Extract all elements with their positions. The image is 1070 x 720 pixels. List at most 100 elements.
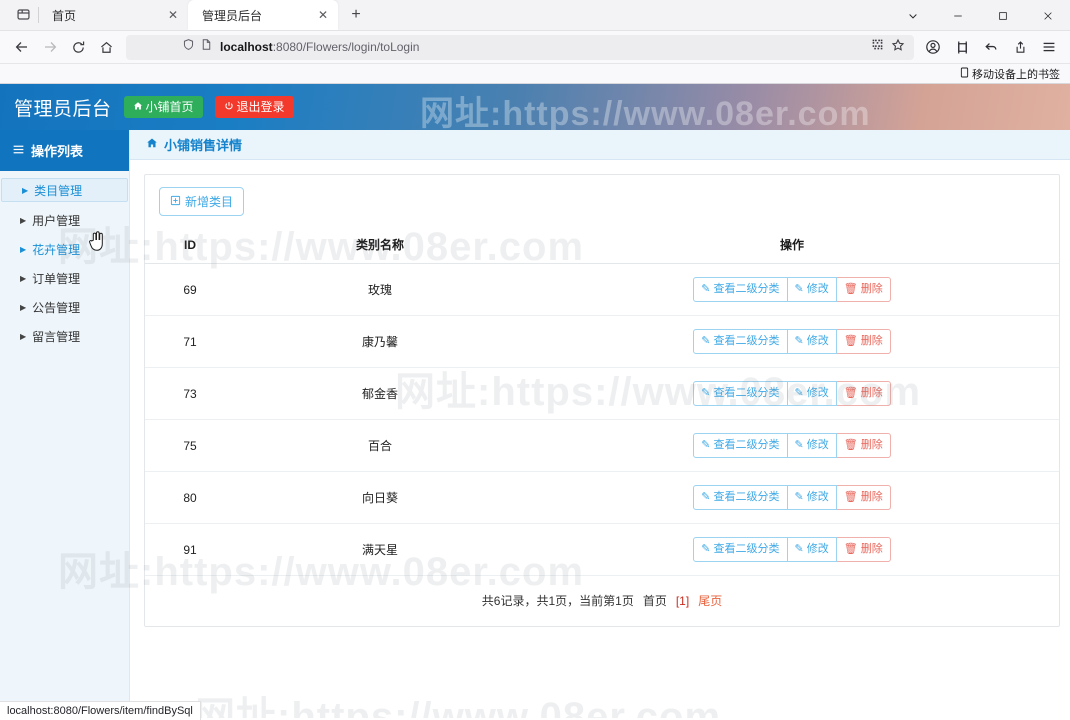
window-controls xyxy=(890,0,1070,31)
shop-home-label: 小铺首页 xyxy=(145,100,194,114)
shop-home-button[interactable]: 小铺首页 xyxy=(123,96,203,118)
sidebar-item-flower[interactable]: ▶ 花卉管理 xyxy=(0,238,129,260)
logout-button[interactable]: 退出登录 xyxy=(214,96,294,118)
maximize-icon[interactable] xyxy=(980,0,1025,31)
edit-square-icon: ✎ xyxy=(794,387,804,399)
edit-button[interactable]: ✎ 修改 xyxy=(787,433,837,458)
edit-button[interactable]: ✎ 修改 xyxy=(787,537,837,562)
shield-icon[interactable] xyxy=(182,38,195,56)
view-subcategory-button[interactable]: ✎ 查看二级分类 xyxy=(693,485,788,510)
view-subcategory-button[interactable]: ✎ 查看二级分类 xyxy=(693,381,788,406)
sidebar-item-label: 订单管理 xyxy=(32,271,81,286)
sidebar-item-category[interactable]: ▶ 类目管理 xyxy=(1,178,128,202)
sidebar-item-announcement[interactable]: ▶ 公告管理 xyxy=(0,296,129,318)
pagination-first-page[interactable]: 首页 xyxy=(643,592,667,609)
edit-square-icon: ✎ xyxy=(794,439,804,451)
close-window-icon[interactable] xyxy=(1025,0,1070,31)
power-icon xyxy=(224,101,234,113)
trash-icon: 🗑 xyxy=(843,439,858,451)
bookmarks-bar: 移动设备上的书签 xyxy=(0,64,1070,84)
screenshot-icon[interactable] xyxy=(949,34,975,60)
mouse-cursor xyxy=(88,231,105,257)
edit-button[interactable]: ✎ 修改 xyxy=(787,381,837,406)
sidebar-heading-label: 操作列表 xyxy=(31,144,84,159)
delete-label: 删除 xyxy=(860,335,883,347)
mobile-bookmarks-item[interactable]: 移动设备上的书签 xyxy=(960,66,1060,82)
reload-icon[interactable] xyxy=(64,33,92,61)
sidebar-item-user[interactable]: ▶ 用户管理 xyxy=(0,209,129,231)
new-tab-icon[interactable]: + xyxy=(342,1,370,29)
close-icon[interactable]: ✕ xyxy=(314,6,332,24)
tab-list-icon[interactable] xyxy=(8,0,38,29)
delete-button[interactable]: 🗑 删除 xyxy=(836,381,891,406)
view-subcategory-label: 查看二级分类 xyxy=(713,543,780,555)
edit-square-icon: ✎ xyxy=(794,491,804,503)
menu-icon[interactable] xyxy=(1036,34,1062,60)
view-subcategory-button[interactable]: ✎ 查看二级分类 xyxy=(693,329,788,354)
edit-label: 修改 xyxy=(806,439,829,451)
table-row: 71 康乃馨 ✎ 查看二级分类 ✎ 修改 🗑 删除 xyxy=(145,315,1059,368)
page-content: 网址:https://www.08er.com 管理员后台 小铺首页 退出登录 xyxy=(0,84,1070,718)
caret-right-icon: ▶ xyxy=(20,302,27,312)
bookmark-star-icon[interactable] xyxy=(891,38,905,57)
edit-label: 修改 xyxy=(806,283,829,295)
edit-square-icon: ✎ xyxy=(701,283,711,295)
sidebar: 操作列表 ▶ 类目管理 ▶ 用户管理 ▶ 花卉管理 ▶ 订单管理 ▶ 公告管理 … xyxy=(0,130,130,718)
caret-right-icon: ▶ xyxy=(22,185,29,195)
edit-label: 修改 xyxy=(806,543,829,555)
pagination-last-page[interactable]: 尾页 xyxy=(698,592,722,609)
delete-button[interactable]: 🗑 删除 xyxy=(836,433,891,458)
account-icon[interactable] xyxy=(920,34,946,60)
share-icon[interactable] xyxy=(1007,34,1033,60)
tab-search-chevron-icon[interactable] xyxy=(890,0,935,31)
forward-icon xyxy=(36,33,64,61)
status-bar-text: localhost:8080/Flowers/item/findBySql xyxy=(7,705,193,717)
view-subcategory-label: 查看二级分类 xyxy=(713,491,780,503)
url-path: :8080/Flowers/login/toLogin xyxy=(272,40,420,54)
col-header-id: ID xyxy=(145,227,235,264)
sidebar-item-label: 用户管理 xyxy=(32,213,81,228)
panel-toolbar: 新增类目 xyxy=(145,175,1059,227)
cell-name: 向日葵 xyxy=(235,471,525,524)
delete-button[interactable]: 🗑 删除 xyxy=(836,537,891,562)
address-bar-icons xyxy=(182,38,213,56)
cell-name: 百合 xyxy=(235,419,525,472)
table-header-row: ID 类别名称 操作 xyxy=(145,227,1059,264)
sidebar-heading: 操作列表 xyxy=(0,130,129,171)
list-icon xyxy=(12,143,25,159)
cell-name: 满天星 xyxy=(235,523,525,576)
add-category-label: 新增类目 xyxy=(185,194,234,209)
row-action-group: ✎ 查看二级分类 ✎ 修改 🗑 删除 xyxy=(693,433,891,458)
view-subcategory-button[interactable]: ✎ 查看二级分类 xyxy=(693,537,788,562)
view-subcategory-button[interactable]: ✎ 查看二级分类 xyxy=(693,277,788,302)
browser-toolbar: localhost:8080/Flowers/login/toLogin xyxy=(0,31,1070,64)
delete-label: 删除 xyxy=(860,491,883,503)
delete-button[interactable]: 🗑 删除 xyxy=(836,277,891,302)
home-icon[interactable] xyxy=(92,33,120,61)
close-icon[interactable]: ✕ xyxy=(164,6,182,24)
cell-name: 康乃馨 xyxy=(235,315,525,368)
edit-square-icon: ✎ xyxy=(794,283,804,295)
table-row: 91 满天星 ✎ 查看二级分类 ✎ 修改 🗑 删除 xyxy=(145,523,1059,576)
toolbar-actions xyxy=(920,34,1062,60)
row-action-group: ✎ 查看二级分类 ✎ 修改 🗑 删除 xyxy=(693,485,891,510)
address-bar[interactable]: localhost:8080/Flowers/login/toLogin xyxy=(126,34,914,60)
page-info-icon[interactable] xyxy=(200,38,213,56)
sidebar-item-order[interactable]: ▶ 订单管理 xyxy=(0,267,129,289)
delete-button[interactable]: 🗑 删除 xyxy=(836,329,891,354)
add-category-button[interactable]: 新增类目 xyxy=(159,187,245,216)
browser-tab-home[interactable]: 首页 ✕ xyxy=(38,0,188,30)
edit-button[interactable]: ✎ 修改 xyxy=(787,485,837,510)
delete-button[interactable]: 🗑 删除 xyxy=(836,485,891,510)
edit-button[interactable]: ✎ 修改 xyxy=(787,329,837,354)
view-subcategory-button[interactable]: ✎ 查看二级分类 xyxy=(693,433,788,458)
minimize-icon[interactable] xyxy=(935,0,980,31)
trash-icon: 🗑 xyxy=(843,387,858,399)
edit-button[interactable]: ✎ 修改 xyxy=(787,277,837,302)
sidebar-item-message[interactable]: ▶ 留言管理 xyxy=(0,325,129,347)
browser-tab-admin[interactable]: 管理员后台 ✕ xyxy=(188,0,338,30)
home-icon xyxy=(146,137,158,152)
undo-arrow-icon[interactable] xyxy=(978,34,1004,60)
back-icon[interactable] xyxy=(8,33,36,61)
qr-code-icon[interactable] xyxy=(871,38,884,56)
